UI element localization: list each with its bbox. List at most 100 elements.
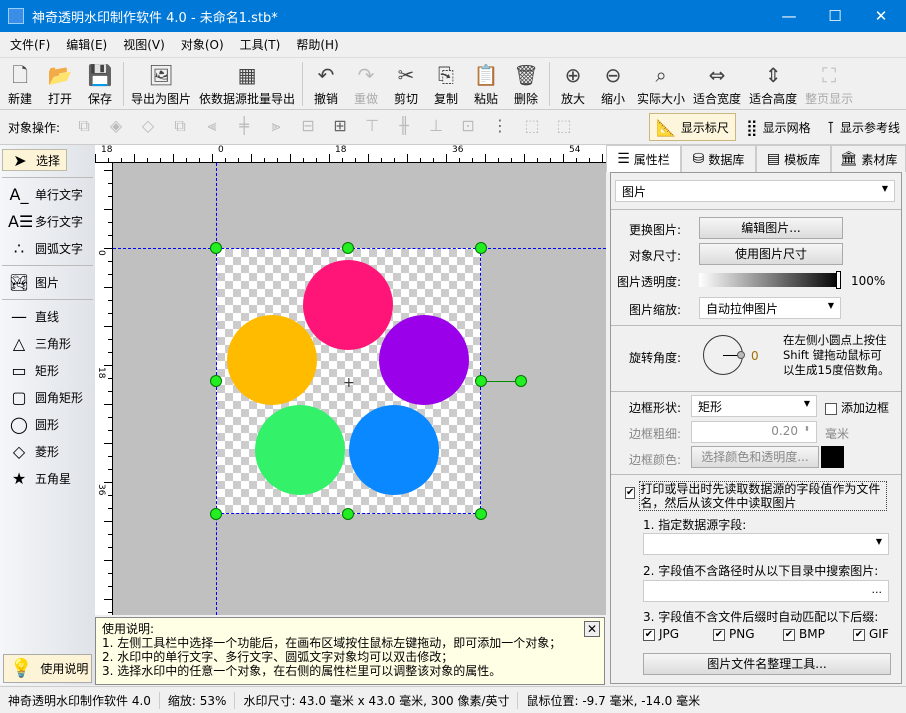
tool-rounded-rect[interactable]: ▢圆角矩形 [0,384,95,411]
export-image-button[interactable]: 🖼导出为图片 [127,62,195,107]
browse-button[interactable]: ... [872,583,883,596]
close-button[interactable]: ✕ [858,0,904,32]
tool-diamond[interactable]: ◇菱形 [0,438,95,465]
show-grid-toggle[interactable]: ⣿显示网格 [740,113,817,141]
send-back-icon[interactable]: ◇ [136,116,160,138]
maximize-button[interactable]: ☐ [812,0,858,32]
ext-checkbox-gif[interactable]: ✔GIF [853,627,889,641]
tool-select-arrow[interactable]: ➤选择 [2,149,67,171]
resize-handle-tr[interactable] [475,242,487,254]
tool-rectangle[interactable]: ▭矩形 [0,357,95,384]
scale-select[interactable]: 自动拉伸图片▼ [699,297,841,319]
tab-database[interactable]: ⛁数据库 [681,145,756,172]
distribute-h-icon[interactable]: ⊞ [328,116,352,138]
resize-handle-b[interactable] [342,508,354,520]
undo-button[interactable]: ↶撤销 [306,62,346,107]
border-width-spinner[interactable]: 0.20⬍ [691,421,817,443]
tab-properties[interactable]: ☰属性栏 [606,145,681,172]
actual-size-button[interactable]: ⌕实际大小 [633,62,689,107]
same-width-icon[interactable]: ⊡ [456,116,480,138]
align-left-icon[interactable]: ⫷ [200,116,224,138]
border-color-swatch[interactable] [821,446,844,468]
save-button[interactable]: 💾保存 [80,62,120,107]
opacity-slider-thumb[interactable] [836,271,841,289]
tab-materials[interactable]: 🏛素材库 [831,145,906,172]
help-close-button[interactable]: ✕ [584,621,600,637]
tool-star[interactable]: ★五角星 [0,465,95,492]
toolbar-label: 删除 [514,90,538,107]
menu-item[interactable]: 帮助(H) [286,36,344,53]
datasource-field-select[interactable]: ▼ [643,533,889,555]
read-from-datasource-checkbox[interactable]: ✔打印或导出时先读取数据源的字段值作为文件名，然后从该文件中读取图片 [625,481,887,511]
canvas[interactable]: + [113,163,606,615]
tool-multi-text[interactable]: A☰多行文字 [0,208,95,235]
paste-button[interactable]: 📋粘贴 [466,62,506,107]
fit-page-button[interactable]: ⛶整页显示 [801,62,857,107]
copy-button[interactable]: ⎘复制 [426,62,466,107]
rotation-knob[interactable] [737,351,745,359]
resize-handle-l[interactable] [210,375,222,387]
layer-down-icon[interactable]: ⧉ [168,116,192,138]
border-shape-select[interactable]: 矩形▼ [691,395,817,417]
group-icon[interactable]: ⬚ [520,116,544,138]
search-dir-input[interactable]: ... [643,580,889,602]
resize-handle-tl[interactable] [210,242,222,254]
border-color-button[interactable]: 选择颜色和透明度... [691,446,819,468]
layer-up-icon[interactable]: ⧉ [72,116,96,138]
same-height-icon[interactable]: ⊟ [296,116,320,138]
menu-item[interactable]: 视图(V) [113,36,171,53]
ext-checkbox-jpg[interactable]: ✔JPG [643,627,679,641]
menu-item[interactable]: 工具(T) [230,36,287,53]
opacity-slider[interactable] [699,273,841,287]
rotation-dial[interactable] [703,335,743,375]
show-ruler-toggle[interactable]: 📐显示标尺 [649,113,736,141]
new-file-button[interactable]: 🗋新建 [0,62,40,107]
menu-item[interactable]: 编辑(E) [56,36,113,53]
align-bottom-icon[interactable]: ⊥ [424,116,448,138]
ruler-tick [342,158,343,162]
add-border-checkbox[interactable]: 添加边框 [825,399,889,416]
use-image-size-button[interactable]: 使用图片尺寸 [699,243,843,265]
resize-handle-r[interactable] [475,375,487,387]
align-right-icon[interactable]: ⫸ [264,116,288,138]
fit-width-button[interactable]: ⇔适合宽度 [689,62,745,107]
tab-templates[interactable]: ▤模板库 [756,145,831,172]
resize-handle-bl[interactable] [210,508,222,520]
zoom-out-button[interactable]: ⊖缩小 [593,62,633,107]
zoom-in-button[interactable]: ⊕放大 [553,62,593,107]
redo-button[interactable]: ↷重做 [346,62,386,107]
fit-height-button[interactable]: ⇕适合高度 [745,62,801,107]
bring-front-icon[interactable]: ◈ [104,116,128,138]
edit-image-button[interactable]: 编辑图片... [699,217,843,239]
align-top-icon[interactable]: ⊤ [360,116,384,138]
tool-line[interactable]: —直线 [0,303,95,330]
menu-item[interactable]: 对象(O) [171,36,230,53]
cut-button[interactable]: ✂剪切 [386,62,426,107]
delete-button[interactable]: 🗑 删除 [506,62,546,107]
help-button[interactable]: 💡 使用说明 [3,654,92,683]
batch-export-button[interactable]: ▦依数据源批量导出 [195,62,299,107]
rename-tool-button[interactable]: 图片文件名整理工具... [643,653,891,675]
ext-checkbox-bmp[interactable]: ✔BMP [783,627,825,641]
tool-ellipse[interactable]: ◯圆形 [0,411,95,438]
open-button[interactable]: 📂打开 [40,62,80,107]
tool-arc-text[interactable]: ∴圆弧文字 [0,235,95,262]
rotate-handle[interactable] [515,375,527,387]
ext-checkbox-png[interactable]: ✔PNG [713,627,755,641]
resize-handle-t[interactable] [342,242,354,254]
tool-triangle[interactable]: △三角形 [0,330,95,357]
tool-image[interactable]: 🏞图片 [0,269,95,296]
show-guides-toggle[interactable]: ⊺显示参考线 [821,113,906,141]
delete-icon: 🗑 [513,62,538,88]
align-center-icon[interactable]: ╪ [232,116,256,138]
ruler-tick [104,326,112,327]
object-type-select[interactable]: 图片▼ [615,180,895,202]
ungroup-icon[interactable]: ⬚ [552,116,576,138]
distribute-v-icon[interactable]: ⋮ [488,116,512,138]
resize-handle-br[interactable] [475,508,487,520]
align-middle-icon[interactable]: ╫ [392,116,416,138]
minimize-button[interactable]: — [766,0,812,32]
tool-single-text[interactable]: A_单行文字 [0,181,95,208]
spinner-arrows-icon[interactable]: ⬍ [804,425,810,433]
menu-item[interactable]: 文件(F) [0,36,56,53]
